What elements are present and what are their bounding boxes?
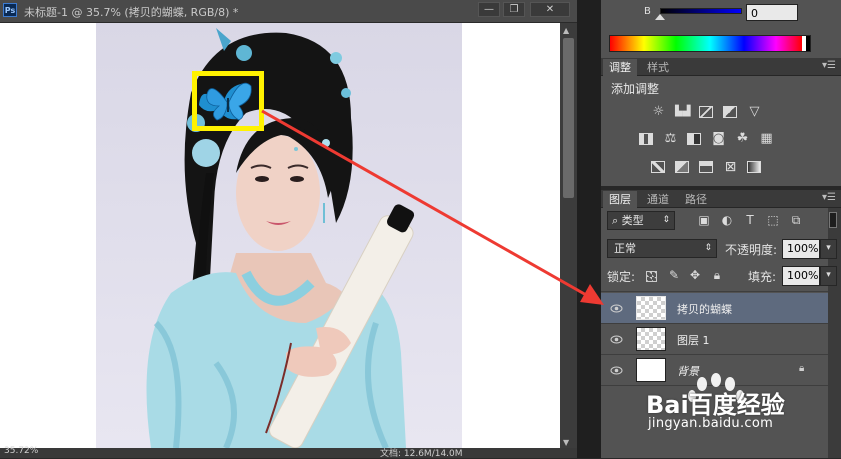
watermark-brand: Bai百度经验 (646, 391, 785, 419)
watermark-url: jingyan.baidu.com (648, 416, 774, 431)
